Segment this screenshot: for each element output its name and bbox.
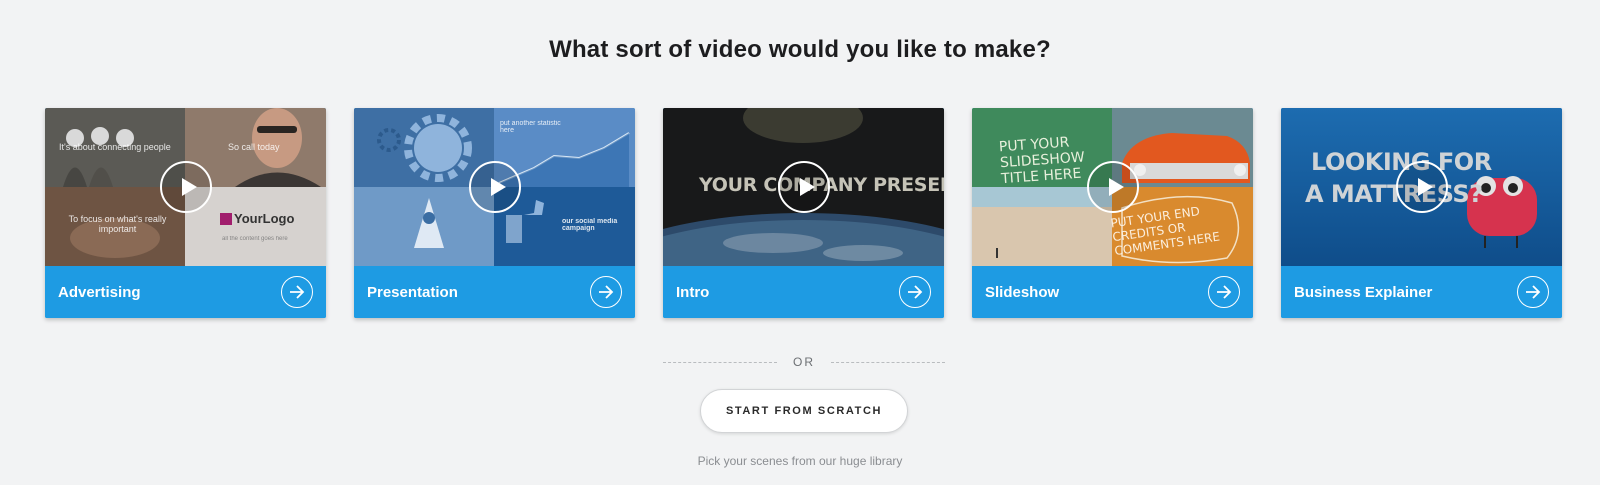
business-explainer-thumbnail[interactable]: LOOKING FOR A MATTRESS? <box>1281 108 1562 266</box>
logo-text: YourLogo <box>234 211 295 226</box>
play-icon[interactable] <box>468 161 521 213</box>
card-label: Slideshow <box>985 283 1060 301</box>
advertising-thumbnail[interactable]: It's about connecting people So call tod… <box>45 108 326 266</box>
scratch-subtitle: Pick your scenes from our huge library <box>697 454 903 468</box>
card-footer[interactable]: Slideshow <box>972 266 1253 318</box>
divider-line <box>831 361 945 363</box>
card-slideshow[interactable]: PUT YOUR SLIDESHOW TITLE HERE PUT YOUR E… <box>972 108 1253 318</box>
play-icon[interactable] <box>1395 161 1448 213</box>
video-type-cards: It's about connecting people So call tod… <box>45 108 1562 318</box>
card-footer[interactable]: Advertising <box>45 266 326 318</box>
arrow-right-icon[interactable] <box>281 276 313 308</box>
intro-thumbnail[interactable]: YOUR COMPANY PRESENTS <box>663 108 944 266</box>
card-presentation[interactable]: put another statistic here our social me… <box>354 108 635 318</box>
or-label: OR <box>793 355 815 369</box>
card-label: Business Explainer <box>1294 283 1433 301</box>
thumb-text: To focus on what's really important <box>68 214 167 234</box>
play-icon[interactable] <box>777 161 830 213</box>
arrow-right-icon[interactable] <box>1208 276 1240 308</box>
or-divider: OR <box>663 352 945 372</box>
card-footer[interactable]: Business Explainer <box>1281 266 1562 318</box>
thumb-text: our social media campaign <box>562 218 618 232</box>
card-advertising[interactable]: It's about connecting people So call tod… <box>45 108 326 318</box>
arrow-right-icon[interactable] <box>1517 276 1549 308</box>
arrow-right-icon[interactable] <box>899 276 931 308</box>
thumb-text: It's about connecting people <box>59 142 171 152</box>
play-icon[interactable] <box>1086 161 1139 213</box>
thumb-text: So call today <box>228 142 280 152</box>
card-footer[interactable]: Intro <box>663 266 944 318</box>
card-intro[interactable]: YOUR COMPANY PRESENTS Intro <box>663 108 944 318</box>
arrow-right-icon[interactable] <box>590 276 622 308</box>
play-icon[interactable] <box>159 161 212 213</box>
presentation-thumbnail[interactable]: put another statistic here our social me… <box>354 108 635 266</box>
thumb-text: PUT YOUR SLIDESHOW TITLE HERE <box>998 134 1086 188</box>
divider-line <box>663 361 777 363</box>
thumb-text: all the content goes here <box>222 236 288 242</box>
page-title: What sort of video would you like to mak… <box>549 36 1051 63</box>
card-label: Advertising <box>58 283 141 301</box>
card-footer[interactable]: Presentation <box>354 266 635 318</box>
card-label: Intro <box>676 283 710 301</box>
thumb-text: A MATTRESS? <box>1305 180 1483 208</box>
card-label: Presentation <box>367 283 458 301</box>
slideshow-thumbnail[interactable]: PUT YOUR SLIDESHOW TITLE HERE PUT YOUR E… <box>972 108 1253 266</box>
thumb-text: put another statistic here <box>500 120 561 134</box>
start-from-scratch-button[interactable]: START FROM SCRATCH <box>700 389 908 433</box>
card-business-explainer[interactable]: LOOKING FOR A MATTRESS? Business Explain… <box>1281 108 1562 318</box>
